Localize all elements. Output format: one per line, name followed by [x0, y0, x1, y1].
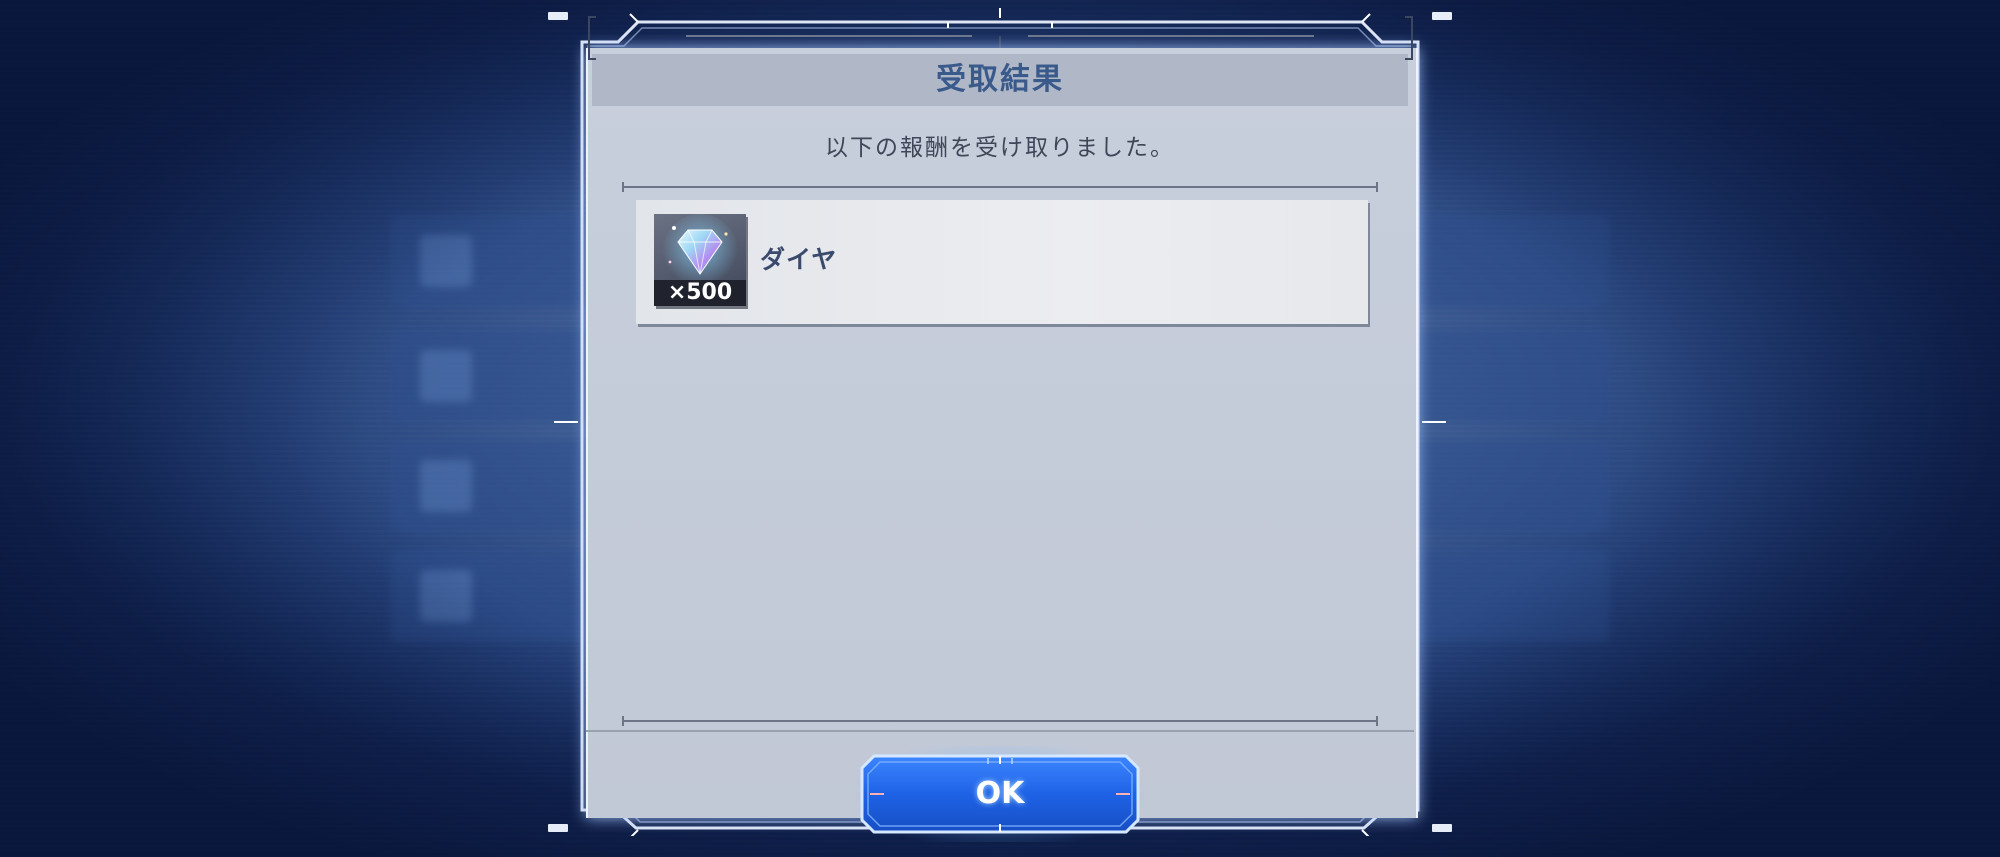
dialog-panel	[586, 48, 1418, 818]
frame-corner-tab	[1432, 824, 1452, 832]
reward-name: ダイヤ	[760, 245, 838, 274]
dialog-message: 以下の報酬を受け取りました。	[825, 135, 1175, 161]
title-bar: 受取結果	[592, 54, 1408, 106]
reward-list-item: ×500 ダイヤ	[636, 200, 1368, 324]
title-bracket-left	[588, 16, 596, 60]
dialog-title: 受取結果	[936, 62, 1064, 97]
frame-corner-tab	[548, 824, 568, 832]
ok-button[interactable]: OK	[856, 746, 1144, 842]
frame-corner-tab	[548, 12, 568, 20]
divider-top	[622, 182, 1378, 192]
reward-quantity: ×500	[667, 280, 733, 305]
title-bracket-right	[1405, 16, 1413, 60]
frame-corner-tab	[1432, 12, 1452, 20]
divider-bottom	[622, 716, 1378, 726]
reward-result-dialog: 受取結果 以下の報酬を受け取りました。 ×500 ダイヤ OK	[548, 8, 1452, 842]
quantity-bar: ×500	[654, 280, 746, 306]
ok-button-label[interactable]: OK	[856, 746, 1144, 842]
diamond-icon: ×500	[654, 214, 746, 306]
